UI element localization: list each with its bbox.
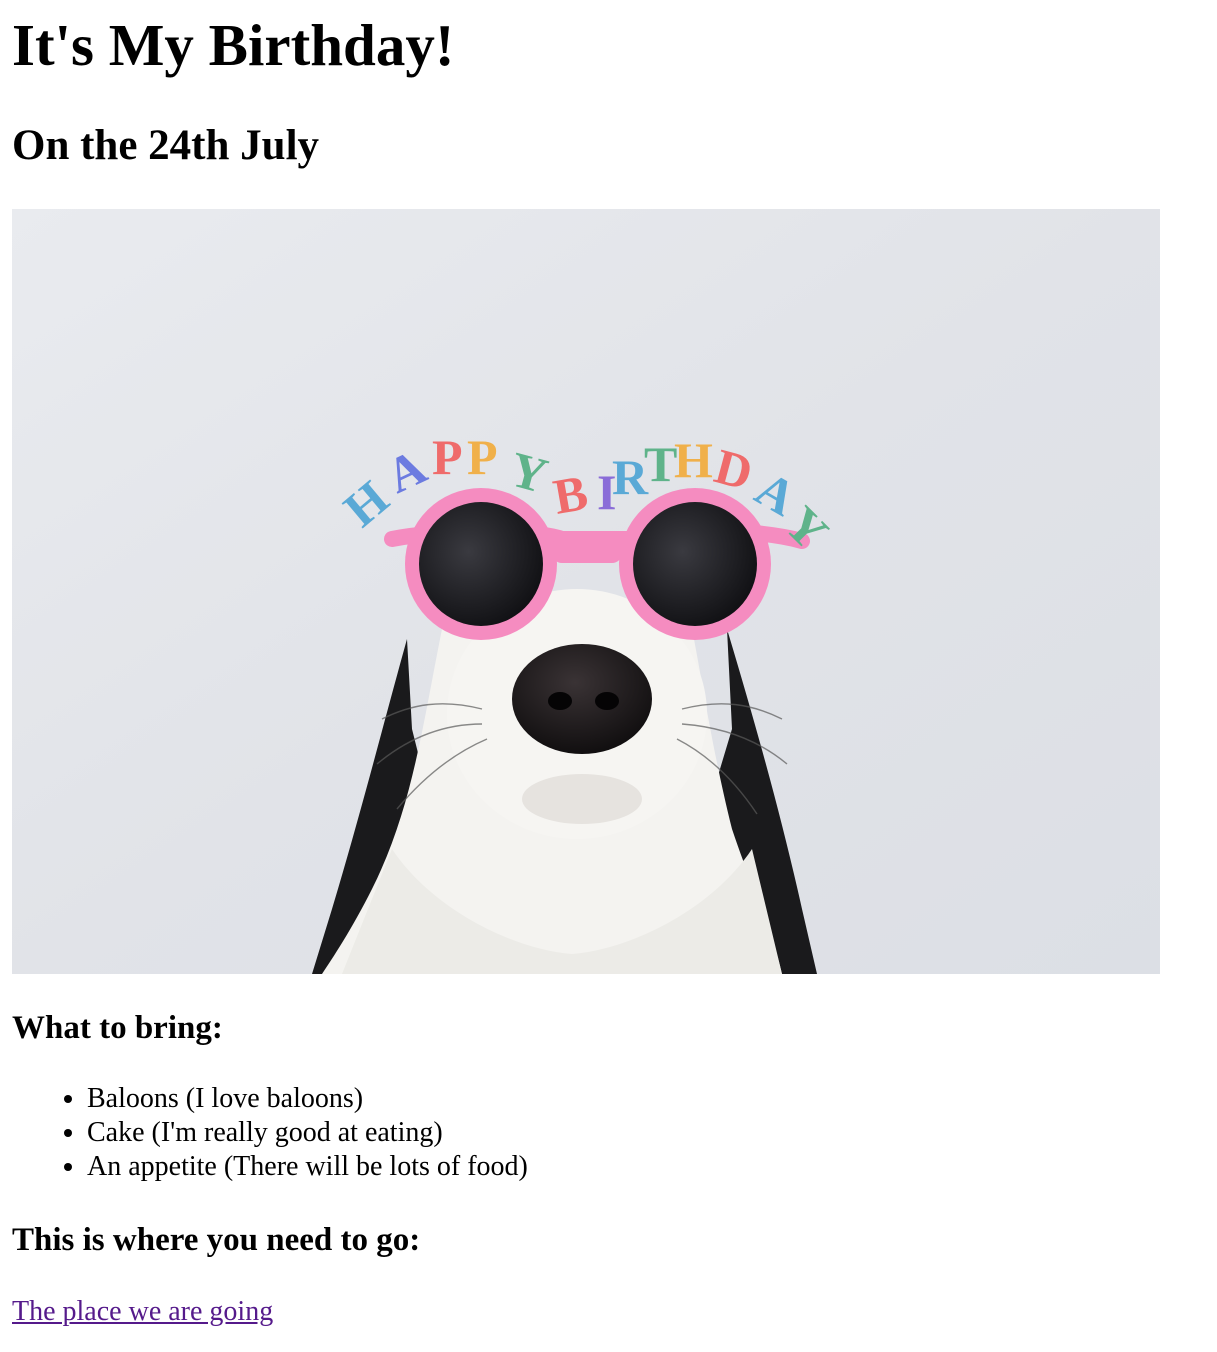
svg-text:P: P	[432, 429, 463, 485]
list-item: Baloons (I love baloons)	[87, 1082, 528, 1116]
bring-list: Baloons (I love baloons) Cake (I'm reall…	[12, 1082, 528, 1184]
birthday-dog-photo: H A P P Y B I R T H D A Y	[12, 209, 1160, 974]
svg-text:H: H	[674, 432, 713, 488]
place-link[interactable]: The place we are going	[12, 1295, 273, 1329]
page-subtitle: On the 24th July	[12, 122, 320, 169]
where-to-go-heading: This is where you need to go:	[12, 1222, 421, 1258]
what-to-bring-heading: What to bring:	[12, 1010, 223, 1046]
list-item: Cake (I'm really good at eating)	[87, 1116, 528, 1150]
svg-text:T: T	[644, 436, 677, 492]
list-item: An appetite (There will be lots of food)	[87, 1150, 528, 1184]
page-title: It's My Birthday!	[12, 12, 455, 78]
svg-text:P: P	[467, 429, 498, 485]
